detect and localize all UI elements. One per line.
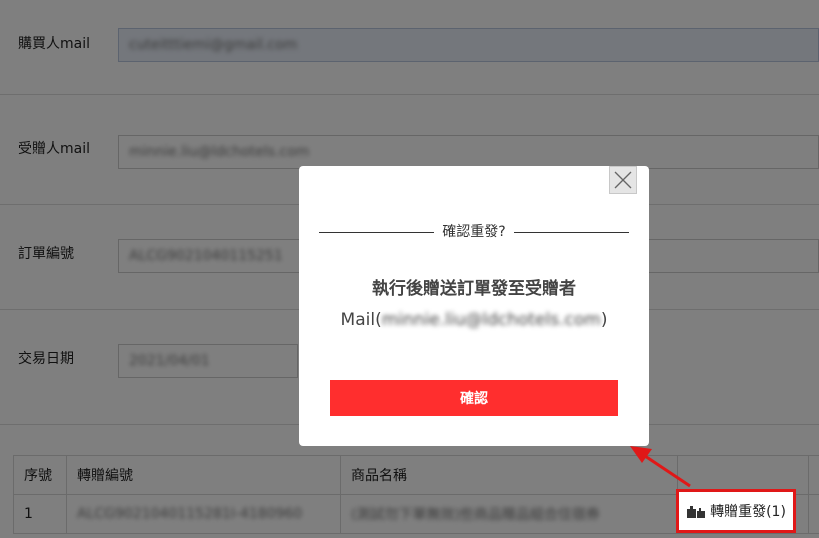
email-suffix: ) xyxy=(600,310,608,330)
dialog-email: minnie.liu@ldchotels.com xyxy=(381,310,601,330)
email-prefix: Mail( xyxy=(340,310,382,330)
close-button[interactable] xyxy=(609,166,637,194)
dialog-title: 確認重發? xyxy=(442,224,506,240)
dialog-email-line: Mail(minnie.liu@ldchotels.com) xyxy=(299,310,649,330)
confirm-dialog: 確認重發? 執行後贈送訂單發至受贈者 Mail(minnie.liu@ldcho… xyxy=(299,166,649,446)
gift-icon xyxy=(687,506,706,518)
title-divider-right xyxy=(514,231,630,233)
close-icon xyxy=(614,171,632,189)
dialog-title-row: 確認重發? xyxy=(299,221,649,241)
resend-gift-label: 轉贈重發(1) xyxy=(710,504,786,520)
resend-gift-button[interactable]: 轉贈重發(1) xyxy=(676,489,796,533)
dialog-message: 執行後贈送訂單發至受贈者 xyxy=(372,279,576,299)
confirm-button[interactable]: 確認 xyxy=(330,380,618,416)
title-divider-left xyxy=(318,231,434,233)
